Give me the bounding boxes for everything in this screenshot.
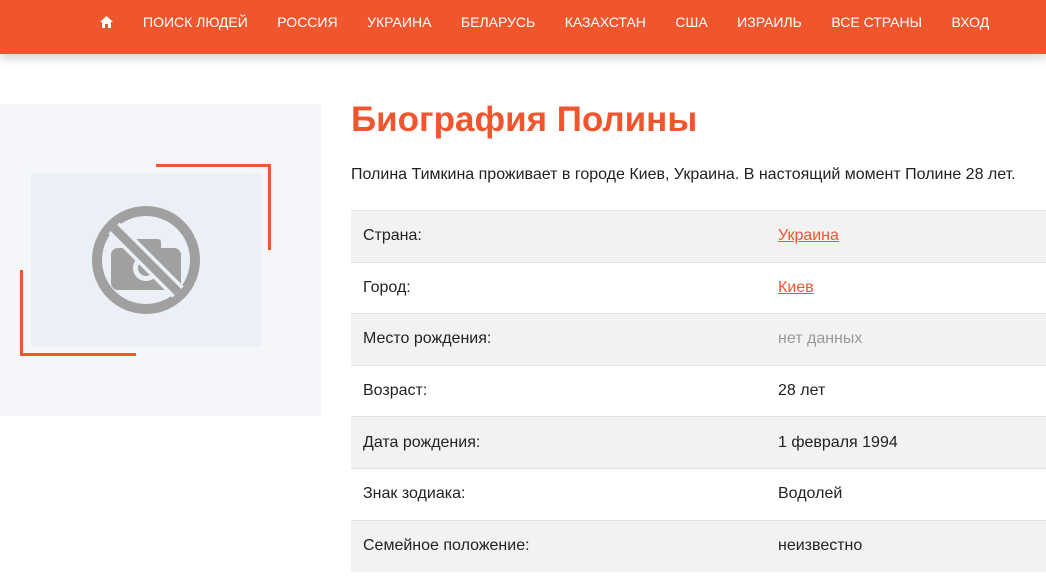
page-title: Биография Полины <box>351 100 698 139</box>
row-label-city: Город: <box>363 278 411 296</box>
nav-item-people-search[interactable]: Поиск людей <box>143 14 248 30</box>
row-label-age: Возраст: <box>363 382 428 400</box>
marital-status-value: неизвестно <box>778 537 863 555</box>
table-row: Место рождения: нет данных <box>351 313 1046 366</box>
row-label-country: Страна: <box>363 227 422 245</box>
nav-item-kazakhstan[interactable]: Казахстан <box>565 14 646 30</box>
nav-item-israel[interactable]: Израиль <box>737 14 802 30</box>
nav-item-usa[interactable]: США <box>675 14 707 30</box>
table-row: Возраст: 28 лет <box>351 365 1046 417</box>
table-row: Семейное положение: неизвестно <box>351 520 1046 572</box>
age-value: 28 лет <box>778 382 826 400</box>
table-row: Знак зодиака: Водолей <box>351 468 1046 520</box>
birthdate-value: 1 февраля 1994 <box>778 433 898 451</box>
nav-item-all-countries[interactable]: Все страны <box>831 14 922 30</box>
row-label-zodiac: Знак зодиака: <box>363 485 466 503</box>
nav-item-ukraine[interactable]: Украина <box>367 14 431 30</box>
row-label-marital-status: Семейное положение: <box>363 537 530 555</box>
profile-photo-panel <box>0 104 321 416</box>
nav-list: Поиск людей Россия Украина Беларусь Каза… <box>0 0 1046 43</box>
nav-item-russia[interactable]: Россия <box>277 14 337 30</box>
top-navigation: Поиск людей Россия Украина Беларусь Каза… <box>0 0 1046 54</box>
city-link[interactable]: Киев <box>778 279 814 296</box>
birthplace-value: нет данных <box>778 330 863 348</box>
table-row: Страна: Украина <box>351 210 1046 263</box>
nav-item-login[interactable]: Вход <box>952 14 990 30</box>
row-label-birthdate: Дата рождения: <box>363 433 481 451</box>
profile-info-table: Страна: Украина Город: Киев Место рожден… <box>351 210 1046 572</box>
home-icon[interactable] <box>100 15 114 29</box>
row-label-birthplace: Место рождения: <box>363 330 492 348</box>
table-row: Дата рождения: 1 февраля 1994 <box>351 416 1046 469</box>
nav-item-belarus[interactable]: Беларусь <box>461 14 535 30</box>
zodiac-value: Водолей <box>778 485 843 503</box>
table-row: Город: Киев <box>351 262 1046 314</box>
bio-summary: Полина Тимкина проживает в городе Киев, … <box>351 166 1016 183</box>
country-link[interactable]: Украина <box>778 227 839 244</box>
no-photo-icon <box>90 204 202 316</box>
